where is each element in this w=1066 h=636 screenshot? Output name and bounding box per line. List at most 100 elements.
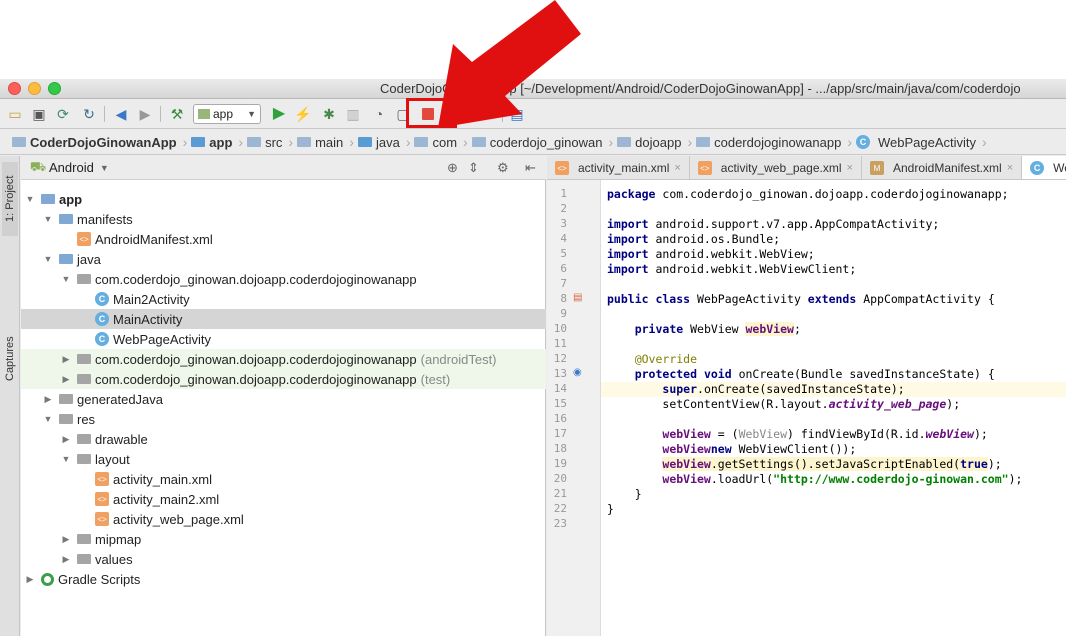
run-configuration-select[interactable]: app ▼ xyxy=(193,104,261,124)
editor-tab-active[interactable]: CWebP xyxy=(1022,156,1066,179)
tree-item[interactable]: ▶ drawable xyxy=(21,429,546,449)
tree-item[interactable]: ▼ java xyxy=(21,249,546,269)
debug-icon[interactable]: ✱ xyxy=(320,105,338,123)
expand-down-icon[interactable]: ▼ xyxy=(43,414,53,424)
forward-icon[interactable]: ▶ xyxy=(136,105,154,123)
expand-down-icon[interactable]: ▼ xyxy=(61,274,71,284)
expand-down-icon[interactable]: ▼ xyxy=(25,194,35,204)
refresh-icon[interactable]: ↻ xyxy=(80,105,98,123)
device-icon[interactable]: ▤ xyxy=(508,105,526,123)
tree-item[interactable]: ▶ mipmap xyxy=(21,529,546,549)
xml-file-icon: <> xyxy=(77,232,91,246)
instant-run-icon[interactable]: ⚡ xyxy=(294,105,312,123)
tree-item[interactable]: <> activity_main2.xml xyxy=(21,489,546,509)
gear-icon[interactable]: ⚙ xyxy=(497,160,509,176)
tree-item[interactable]: <> activity_main.xml xyxy=(21,469,546,489)
code-line[interactable]: } xyxy=(607,487,642,502)
captures-tool-tab[interactable]: Captures xyxy=(2,324,18,394)
tree-item[interactable]: ▶ values xyxy=(21,549,546,569)
tree-item[interactable]: C WebPageActivity xyxy=(21,329,546,349)
expand-right-icon[interactable]: ▶ xyxy=(25,574,35,585)
expand-right-icon[interactable]: ▶ xyxy=(61,554,71,565)
breadcrumb-item[interactable]: C WebPageActivity xyxy=(852,135,982,150)
code-line[interactable]: protected void onCreate(Bundle savedInst… xyxy=(607,367,995,382)
open-icon[interactable]: ▭ xyxy=(6,105,24,123)
expand-down-icon[interactable]: ▼ xyxy=(61,454,71,464)
tree-item[interactable]: ▶ Gradle Scripts xyxy=(21,569,546,589)
editor-tab[interactable]: <> activity_main.xml × xyxy=(547,156,690,179)
tree-item[interactable]: ▼ res xyxy=(21,409,546,429)
tree-item[interactable]: ▼ manifests xyxy=(21,209,546,229)
tree-item-label: res xyxy=(77,411,96,427)
tree-item[interactable]: ▼ com.coderdojo_ginowan.dojoapp.coderdojo… xyxy=(21,269,546,289)
project-tool-tab[interactable]: 1: Project xyxy=(2,162,18,236)
breadcrumb-item[interactable]: CoderDojoGinowanApp xyxy=(8,135,183,150)
profile-icon[interactable]: ◔ xyxy=(370,105,388,123)
download-icon[interactable]: ⤓ xyxy=(476,105,494,123)
code-line[interactable]: @Override xyxy=(607,352,697,367)
code-line[interactable]: private WebView webView; xyxy=(607,322,801,337)
sync-icon[interactable]: ⟳ xyxy=(54,105,72,123)
code-line[interactable]: import android.support.v7.app.AppCompatA… xyxy=(607,217,939,232)
close-icon[interactable]: × xyxy=(674,162,680,174)
code-line[interactable]: setContentView(R.layout.activity_web_pag… xyxy=(607,397,960,412)
code-line[interactable]: webViewnew WebViewClient()); xyxy=(607,442,856,457)
back-icon[interactable]: ◀ xyxy=(112,105,130,123)
expand-right-icon[interactable]: ▶ xyxy=(61,434,71,445)
chevron-down-icon[interactable]: ▼ xyxy=(100,163,109,173)
code-line[interactable]: import android.os.Bundle; xyxy=(607,232,780,247)
code-line[interactable]: webView.getSettings().setJavaScriptEnabl… xyxy=(607,457,1002,472)
close-icon[interactable]: × xyxy=(847,162,853,174)
editor-tab[interactable]: M AndroidManifest.xml × xyxy=(862,156,1023,179)
tree-item[interactable]: <> activity_web_page.xml xyxy=(21,509,546,529)
minimize-window-button[interactable] xyxy=(28,82,41,95)
tree-item[interactable]: C Main2Activity xyxy=(21,289,546,309)
attach-icon[interactable]: ▥ xyxy=(344,105,362,123)
tree-item[interactable]: <> AndroidManifest.xml xyxy=(21,229,546,249)
view-mode-select[interactable]: Android xyxy=(49,160,94,175)
expand-down-icon[interactable]: ▼ xyxy=(43,254,53,264)
breadcrumb-item[interactable]: app xyxy=(187,135,238,150)
tree-item[interactable]: ▼ app xyxy=(21,189,546,209)
tree-item[interactable]: C MainActivity xyxy=(21,309,546,329)
breadcrumb-item[interactable]: dojoapp xyxy=(613,135,687,150)
override-icon[interactable]: ◉ xyxy=(573,367,582,378)
tree-item[interactable]: ▼ layout xyxy=(21,449,546,469)
code-line[interactable]: package com.coderdojo_ginowan.dojoapp.co… xyxy=(607,187,1009,202)
tree-item-label: AndroidManifest.xml xyxy=(95,231,213,247)
tree-item[interactable]: ▶ generatedJava xyxy=(21,389,546,409)
expand-right-icon[interactable]: ▶ xyxy=(61,374,71,385)
run-icon[interactable]: ▶ xyxy=(270,105,288,123)
code-line[interactable]: super.onCreate(savedInstanceState); xyxy=(601,382,1066,397)
close-icon[interactable]: × xyxy=(1007,162,1013,174)
close-window-button[interactable] xyxy=(8,82,21,95)
target-icon[interactable]: ⊕ xyxy=(447,160,458,176)
save-icon[interactable]: ▣ xyxy=(30,105,48,123)
code-line[interactable]: import android.webkit.WebViewClient; xyxy=(607,262,856,277)
zoom-window-button[interactable] xyxy=(48,82,61,95)
expand-right-icon[interactable]: ▶ xyxy=(61,354,71,365)
tree-item-label: WebPageActivity xyxy=(113,331,212,347)
code-line[interactable]: } xyxy=(607,502,614,517)
breadcrumb-item[interactable]: coderdojo_ginowan xyxy=(468,135,609,150)
breadcrumb-item[interactable]: com xyxy=(410,135,463,150)
tree-item[interactable]: ▶ com.coderdojo_ginowan.dojoapp.coderdojo… xyxy=(21,369,546,389)
code-line[interactable]: import android.webkit.WebView; xyxy=(607,247,815,262)
expand-down-icon[interactable]: ▼ xyxy=(43,214,53,224)
breadcrumb-item[interactable]: coderdojoginowanapp xyxy=(692,135,847,150)
code-token: ); xyxy=(1008,472,1023,486)
code-line[interactable]: webView = (WebView) findViewById(R.id.we… xyxy=(607,427,987,442)
breadcrumb-item[interactable]: java xyxy=(354,135,406,150)
code-line[interactable]: webView.loadUrl("http://www.coderdojo-gi… xyxy=(607,472,1022,487)
breadcrumb-item[interactable]: main xyxy=(293,135,349,150)
tree-item[interactable]: ▶ com.coderdojo_ginowan.dojoapp.coderdojo… xyxy=(21,349,546,369)
breadcrumb-item[interactable]: src xyxy=(243,135,288,150)
collapse-icon[interactable]: ⇕ xyxy=(468,160,479,176)
expand-right-icon[interactable]: ▶ xyxy=(61,534,71,545)
build-icon[interactable]: ⚒ xyxy=(168,105,186,123)
hide-icon[interactable]: ⇤ xyxy=(525,160,536,176)
expand-right-icon[interactable]: ▶ xyxy=(43,394,53,405)
editor-tab[interactable]: <> activity_web_page.xml × xyxy=(690,156,862,179)
code-line[interactable]: public class WebPageActivity extends App… xyxy=(607,292,995,307)
layout-link-icon[interactable]: ▤ xyxy=(573,292,582,303)
